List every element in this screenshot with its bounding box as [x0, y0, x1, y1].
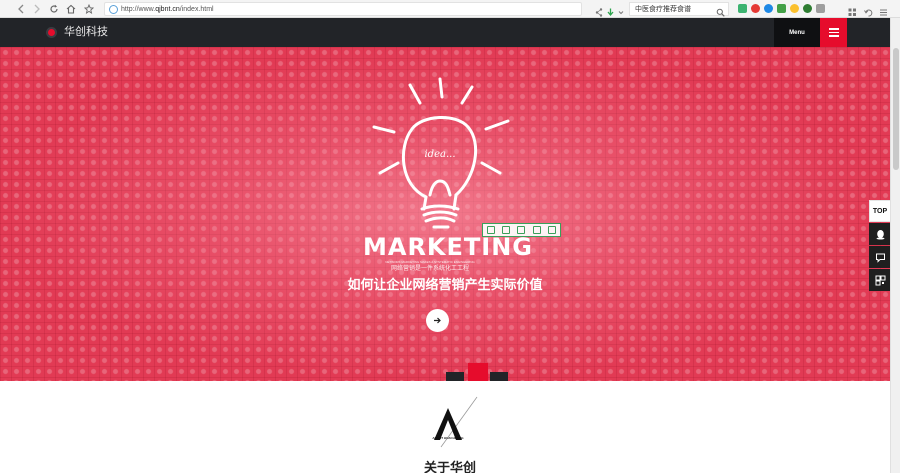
bookmark-star-icon[interactable]: [82, 2, 96, 16]
bulb-idea-text: idea...: [424, 149, 455, 160]
hero-title: MARKETING: [362, 233, 533, 261]
address-bar[interactable]: http://www.qjbnt.cn/index.html: [104, 2, 582, 16]
message-icon[interactable]: [869, 246, 891, 268]
extension-search-icon[interactable]: [764, 4, 773, 13]
floating-toolbar: TOP: [869, 200, 891, 292]
refresh-icon[interactable]: [47, 2, 61, 16]
lightbulb-illustration: idea...: [372, 77, 510, 229]
extension-game-icon[interactable]: [777, 4, 786, 13]
hero-next-button[interactable]: [426, 309, 449, 332]
extension-close-icon[interactable]: [751, 4, 760, 13]
image-tool-settings-icon[interactable]: [548, 226, 557, 234]
extension-star-icon[interactable]: [790, 4, 799, 13]
site-header: 华创科技 Menu: [0, 18, 890, 47]
hamburger-menu-button[interactable]: [820, 18, 847, 47]
extension-menu-icon[interactable]: [816, 4, 825, 13]
home-icon[interactable]: [64, 2, 78, 16]
browser-search-input[interactable]: 中医食疗推荐食谱: [629, 2, 729, 16]
site-logo-text[interactable]: 华创科技: [64, 25, 108, 39]
back-to-top-button[interactable]: TOP: [869, 200, 891, 222]
about-title: 关于华创: [423, 461, 476, 473]
browser-toolbar: http://www.qjbnt.cn/index.html 中医食疗推荐食谱: [0, 0, 900, 18]
hero-headline: 如何让企业网络营销产生实际价值: [347, 278, 543, 293]
about-logo-subtitle: ABOUT HUACHUANG: [432, 436, 464, 440]
address-url: http://www.qjbnt.cn/index.html: [121, 6, 214, 13]
extension-shield-icon[interactable]: [803, 4, 812, 13]
hero-tagline-en: NETWORK MARKETING MAKES A SYSTEMATIC ENG…: [385, 260, 475, 264]
qrcode-icon[interactable]: [869, 269, 891, 291]
arrow-right-icon: [434, 317, 441, 324]
search-query-text: 中医食疗推荐食谱: [635, 5, 691, 13]
logo-icon[interactable]: [46, 27, 57, 38]
qq-chat-icon[interactable]: [869, 223, 891, 245]
scrollbar-thumb[interactable]: [893, 48, 899, 170]
extension-green-icon[interactable]: [738, 4, 747, 13]
globe-icon: [109, 5, 118, 14]
extension-icons: [738, 4, 825, 13]
page-scrollbar[interactable]: [890, 18, 900, 473]
hero-banner: idea... MARKETING NETWORK MARKETING MAKE…: [0, 47, 890, 381]
hero-tagline-cn: 网络营销是一件系统化工工程: [390, 265, 469, 272]
menu-label[interactable]: Menu: [774, 18, 820, 47]
back-icon[interactable]: [14, 2, 28, 16]
about-section: ABOUT HUACHUANG 关于华创: [0, 381, 890, 473]
section-divider-blocks: [446, 363, 510, 381]
forward-icon[interactable]: [30, 2, 44, 16]
